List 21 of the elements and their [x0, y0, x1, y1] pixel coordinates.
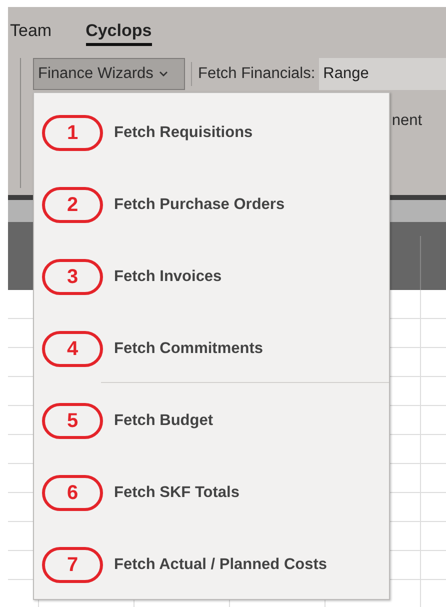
number-badge: 6 [42, 475, 103, 511]
chevron-down-icon [159, 71, 168, 77]
finance-wizards-dropdown[interactable]: Finance Wizards [33, 58, 185, 90]
menu-item[interactable]: 5 Fetch Budget [34, 385, 389, 457]
ribbon-tab[interactable]: Cyclops [86, 20, 152, 46]
menu-item[interactable]: 4 Fetch Commitments [34, 313, 389, 385]
ribbon-label: nent [392, 112, 423, 130]
menu-item[interactable]: 3 Fetch Invoices [34, 241, 389, 313]
number-badge: 3 [42, 259, 103, 295]
range-field[interactable]: Range [319, 58, 446, 90]
menu-item[interactable]: 2 Fetch Purchase Orders [34, 169, 389, 241]
number-badge: 5 [42, 403, 103, 439]
menu-item[interactable]: 7 Fetch Actual / Planned Costs [34, 529, 389, 601]
number-badge: 1 [42, 115, 103, 151]
number-badge: 7 [42, 547, 103, 583]
menu-item[interactable]: 1 Fetch Requisitions [34, 97, 389, 169]
menu-item[interactable]: 6 Fetch SKF Totals [34, 457, 389, 529]
number-badge: 2 [42, 187, 103, 223]
number-badge: 4 [42, 331, 103, 367]
fetch-financials-label: Fetch Financials: [198, 64, 316, 84]
ribbon-tab[interactable]: Team [10, 20, 52, 46]
